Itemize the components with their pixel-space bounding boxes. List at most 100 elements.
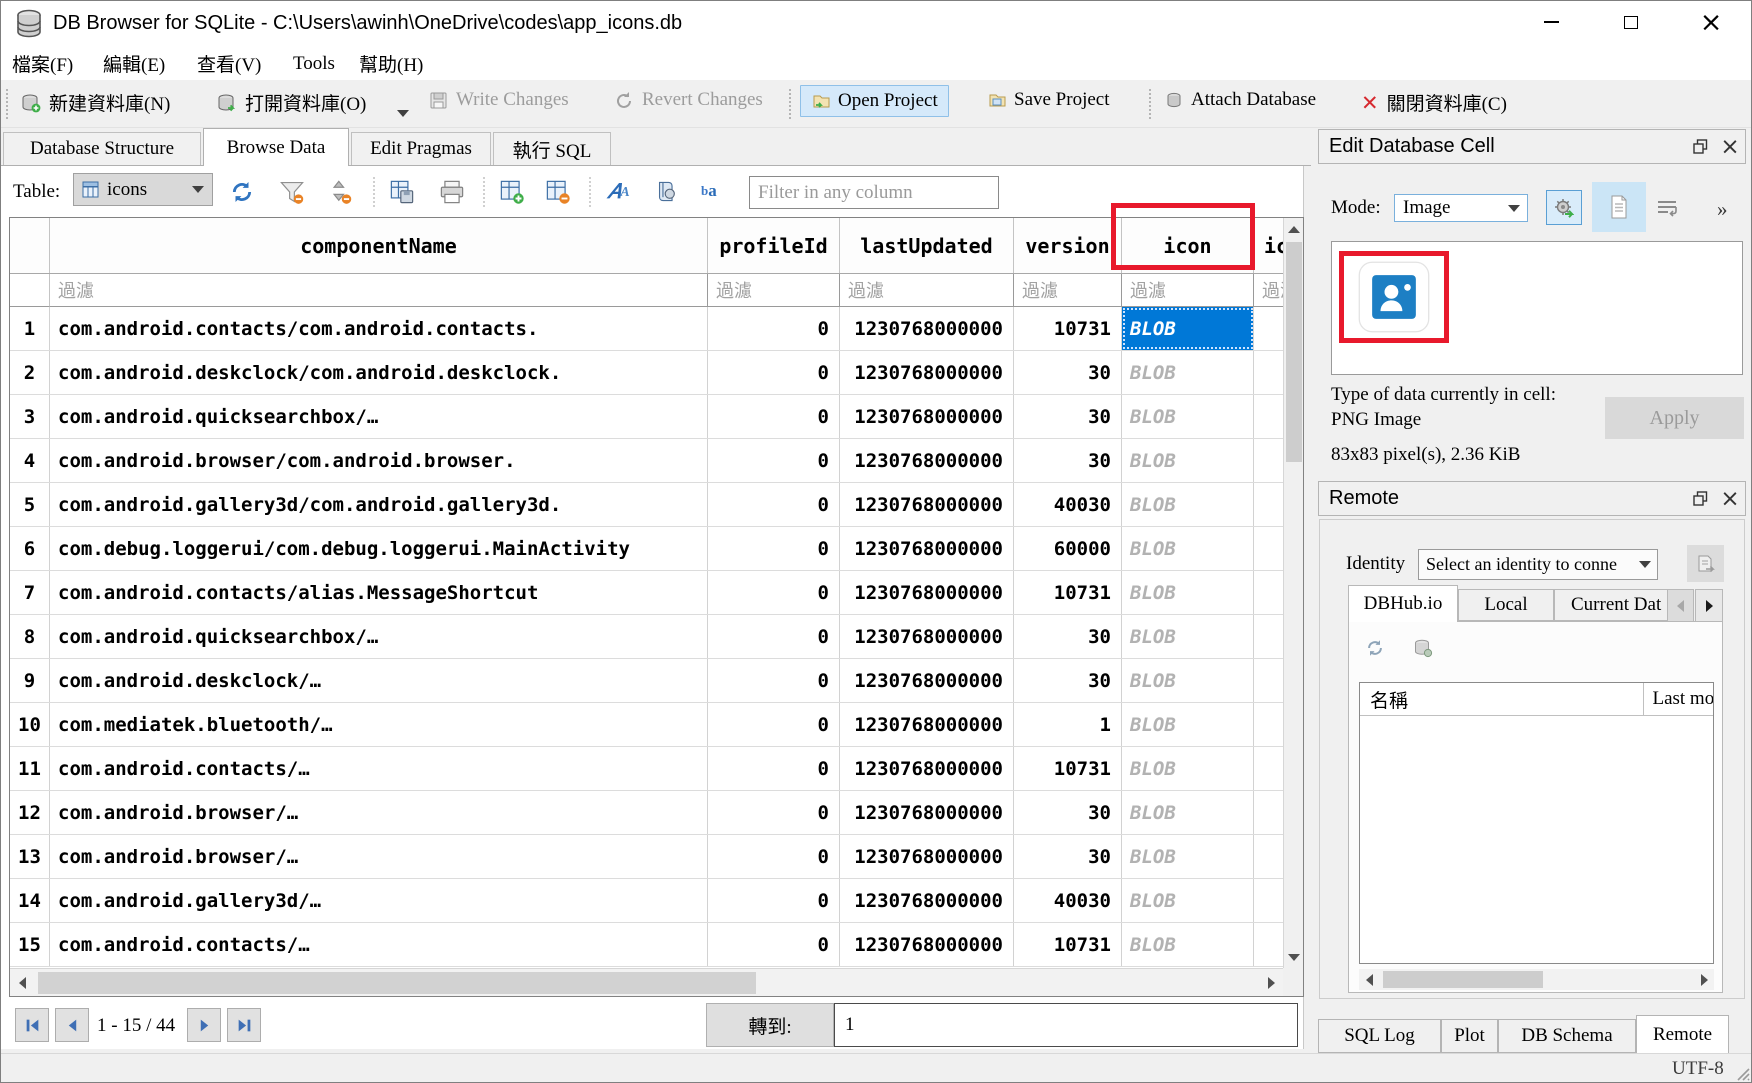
cell-lastUpdated[interactable]: 1230768000000	[840, 703, 1014, 746]
clear-sort-icon[interactable]	[327, 179, 353, 205]
filter-componentName[interactable]: 過濾	[50, 274, 708, 307]
cell-profileId[interactable]: 0	[708, 835, 840, 878]
cell-componentName[interactable]: com.android.browser/…	[50, 791, 708, 834]
cell-componentName[interactable]: com.android.contacts/…	[50, 923, 708, 966]
remote-scrollbar-thumb[interactable]	[1383, 971, 1543, 988]
apply-button[interactable]: Apply	[1605, 397, 1744, 439]
cell-profileId[interactable]: 0	[708, 659, 840, 702]
word-wrap-icon[interactable]	[1656, 199, 1678, 217]
cell-profileId[interactable]: 0	[708, 483, 840, 526]
save-project-button[interactable]: Save Project	[987, 89, 1110, 111]
row-number[interactable]: 11	[10, 747, 50, 790]
cell-version[interactable]: 1	[1014, 703, 1122, 746]
mode-selector[interactable]: Image	[1394, 194, 1528, 222]
cell-lastUpdated[interactable]: 1230768000000	[840, 879, 1014, 922]
filter-profileId[interactable]: 過濾	[708, 274, 840, 307]
menu-edit[interactable]: 編輯(E)	[101, 46, 167, 81]
encoding-indicator[interactable]: UTF-8	[1672, 1058, 1724, 1080]
vertical-scrollbar-thumb[interactable]	[1286, 242, 1302, 462]
cell-partial[interactable]	[1254, 527, 1284, 570]
cell-lastUpdated[interactable]: 1230768000000	[840, 483, 1014, 526]
close-panel-icon[interactable]: ×	[1715, 486, 1745, 512]
header-version[interactable]: version	[1014, 218, 1122, 273]
cell-componentName[interactable]: com.android.gallery3d/com.android.galler…	[50, 483, 708, 526]
cell-version[interactable]: 30	[1014, 439, 1122, 482]
goto-button[interactable]: 轉到:	[706, 1003, 834, 1047]
cell-partial[interactable]	[1254, 571, 1284, 614]
cell-icon[interactable]: BLOB	[1122, 615, 1254, 658]
row-number[interactable]: 12	[10, 791, 50, 834]
horizontal-scrollbar[interactable]	[10, 968, 1283, 996]
cell-icon[interactable]: BLOB	[1122, 571, 1254, 614]
cell-lastUpdated[interactable]: 1230768000000	[840, 351, 1014, 394]
header-componentName[interactable]: componentName	[50, 218, 708, 273]
cell-profileId[interactable]: 0	[708, 307, 840, 350]
tab-database-structure[interactable]: Database Structure	[3, 132, 201, 166]
row-number[interactable]: 9	[10, 659, 50, 702]
cell-componentName[interactable]: com.android.gallery3d/…	[50, 879, 708, 922]
cell-partial[interactable]	[1254, 659, 1284, 702]
header-corner[interactable]	[10, 218, 50, 273]
close-panel-icon[interactable]: ×	[1715, 134, 1745, 160]
remote-tab-dbhub[interactable]: DBHub.io	[1348, 585, 1458, 622]
cell-profileId[interactable]: 0	[708, 439, 840, 482]
cell-version[interactable]: 10731	[1014, 571, 1122, 614]
text-mode-button[interactable]	[1592, 182, 1646, 232]
cell-partial[interactable]	[1254, 923, 1284, 966]
dock-tab-db-schema[interactable]: DB Schema	[1498, 1019, 1636, 1053]
cell-lastUpdated[interactable]: 1230768000000	[840, 395, 1014, 438]
tab-execute-sql[interactable]: 執行 SQL	[493, 132, 611, 166]
cell-profileId[interactable]: 0	[708, 923, 840, 966]
cell-profileId[interactable]: 0	[708, 879, 840, 922]
menu-file[interactable]: 檔案(F)	[10, 46, 75, 81]
scroll-left-icon[interactable]	[1359, 970, 1379, 990]
cell-icon[interactable]: BLOB	[1122, 659, 1254, 702]
font-format-icon[interactable]: 𝐴A	[607, 181, 630, 204]
cell-profileId[interactable]: 0	[708, 791, 840, 834]
scroll-right-icon[interactable]	[1694, 970, 1714, 990]
remote-refresh-icon[interactable]	[1365, 638, 1385, 658]
row-number[interactable]: 2	[10, 351, 50, 394]
dock-tab-remote[interactable]: Remote	[1636, 1015, 1729, 1053]
remote-header-last-modified[interactable]: Last mo	[1644, 688, 1713, 710]
dock-tab-plot[interactable]: Plot	[1441, 1019, 1498, 1053]
print-icon[interactable]	[439, 179, 465, 205]
tab-browse-data[interactable]: Browse Data	[203, 128, 349, 166]
prev-page-button[interactable]	[55, 1008, 89, 1042]
goto-page-input[interactable]	[834, 1003, 1298, 1047]
filter-any-column-input[interactable]	[749, 176, 999, 209]
cell-partial[interactable]	[1254, 703, 1284, 746]
remote-header-name[interactable]: 名稱	[1360, 683, 1644, 715]
clear-filters-icon[interactable]	[279, 179, 305, 205]
cell-version[interactable]: 30	[1014, 351, 1122, 394]
open-database-dropdown-icon[interactable]	[397, 110, 409, 117]
cell-lastUpdated[interactable]: 1230768000000	[840, 923, 1014, 966]
cell-componentName[interactable]: com.android.contacts/alias.MessageShortc…	[50, 571, 708, 614]
menu-tools[interactable]: Tools	[291, 49, 337, 79]
cell-lastUpdated[interactable]: 1230768000000	[840, 615, 1014, 658]
cell-componentName[interactable]: com.android.quicksearchbox/…	[50, 615, 708, 658]
cell-version[interactable]: 10731	[1014, 307, 1122, 350]
cell-version[interactable]: 60000	[1014, 527, 1122, 570]
cell-version[interactable]: 30	[1014, 395, 1122, 438]
cell-profileId[interactable]: 0	[708, 395, 840, 438]
cell-icon[interactable]: BLOB	[1122, 791, 1254, 834]
cell-profileId[interactable]: 0	[708, 571, 840, 614]
row-number[interactable]: 8	[10, 615, 50, 658]
row-number[interactable]: 10	[10, 703, 50, 746]
remote-tab-current-db[interactable]: Current Dat	[1554, 589, 1672, 621]
cell-version[interactable]: 30	[1014, 659, 1122, 702]
menu-help[interactable]: 幫助(H)	[357, 46, 425, 81]
cell-lastUpdated[interactable]: 1230768000000	[840, 307, 1014, 350]
tab-scroll-left-button[interactable]	[1667, 589, 1694, 622]
insert-record-icon[interactable]	[499, 179, 525, 205]
open-project-button[interactable]: Open Project	[800, 85, 949, 117]
cell-partial[interactable]	[1254, 307, 1284, 350]
cell-icon[interactable]: BLOB	[1122, 351, 1254, 394]
close-button[interactable]: ×	[1683, 3, 1739, 41]
next-page-button[interactable]	[187, 1008, 221, 1042]
scroll-left-icon[interactable]	[12, 973, 32, 993]
cell-lastUpdated[interactable]: 1230768000000	[840, 571, 1014, 614]
cell-icon[interactable]: BLOB	[1122, 395, 1254, 438]
attach-database-button[interactable]: Attach Database	[1165, 89, 1316, 111]
